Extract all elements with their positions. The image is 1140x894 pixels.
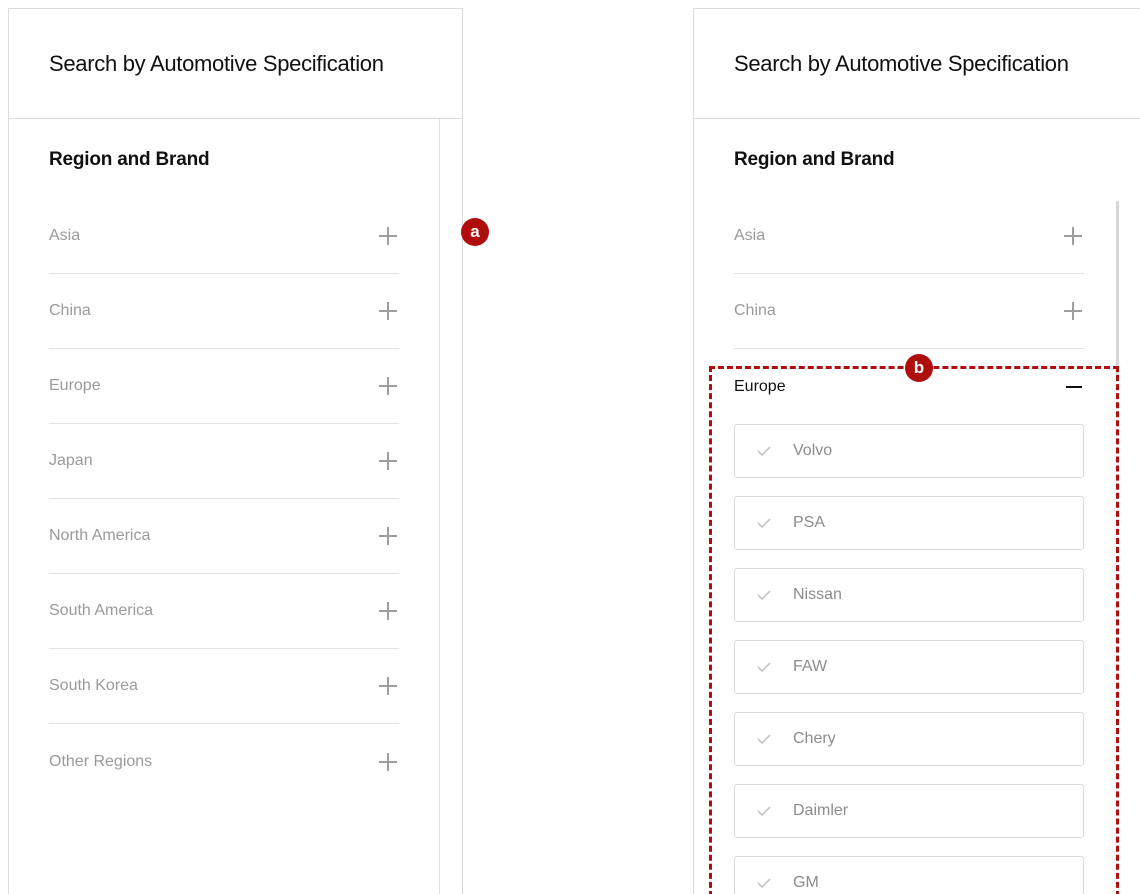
plus-icon[interactable] xyxy=(379,527,397,545)
panel-header: Search by Automotive Specification xyxy=(694,9,1140,119)
check-icon xyxy=(757,590,771,601)
section-title: Region and Brand xyxy=(49,149,210,170)
brand-option-nissan[interactable]: Nissan xyxy=(734,568,1084,622)
region-item-china[interactable]: China xyxy=(49,274,399,349)
plus-icon[interactable] xyxy=(1064,227,1082,245)
region-label: Asia xyxy=(49,227,81,244)
plus-icon[interactable] xyxy=(379,602,397,620)
brand-option-gm[interactable]: GM xyxy=(734,856,1084,894)
region-label: Japan xyxy=(49,452,93,469)
region-item-south-korea[interactable]: South Korea xyxy=(49,649,399,724)
brand-label: Nissan xyxy=(793,586,842,603)
region-label: South Korea xyxy=(49,677,138,694)
brand-option-faw[interactable]: FAW xyxy=(734,640,1084,694)
search-panel-collapsed: Search by Automotive Specification Regio… xyxy=(8,8,463,894)
brand-option-volvo[interactable]: Volvo xyxy=(734,424,1084,478)
check-icon xyxy=(757,518,771,529)
region-item-south-america[interactable]: South America xyxy=(49,574,399,649)
region-list: Asia China Europe Volvo PSA Nissan FAW C… xyxy=(734,199,1084,894)
brand-label: GM xyxy=(793,874,819,891)
region-label: Other Regions xyxy=(49,752,153,770)
check-icon xyxy=(757,662,771,673)
annotation-marker-b: b xyxy=(905,354,933,382)
brand-label: Daimler xyxy=(793,802,849,819)
region-list: Asia China Europe Japan North America So… xyxy=(49,199,399,799)
brand-option-chery[interactable]: Chery xyxy=(734,712,1084,766)
panel-body: Region and Brand Asia China Europe Volvo xyxy=(694,119,1140,894)
region-item-china[interactable]: China xyxy=(734,274,1084,349)
minus-icon[interactable] xyxy=(1066,385,1082,388)
region-item-other-regions[interactable]: Other Regions xyxy=(49,724,399,799)
plus-icon[interactable] xyxy=(379,752,397,771)
panel-header: Search by Automotive Specification xyxy=(9,9,462,119)
brand-list-container: Volvo PSA Nissan FAW Chery Daimler GM xyxy=(734,424,1084,894)
region-label: North America xyxy=(49,527,151,544)
panel-body: Region and Brand Asia China Europe Japan… xyxy=(9,119,462,894)
plus-icon[interactable] xyxy=(379,227,397,245)
region-label: China xyxy=(49,302,91,319)
annotation-marker-a: a xyxy=(461,218,489,246)
brand-option-psa[interactable]: PSA xyxy=(734,496,1084,550)
plus-icon[interactable] xyxy=(379,677,397,695)
region-label: China xyxy=(734,302,776,319)
check-icon xyxy=(757,446,771,457)
region-item-north-america[interactable]: North America xyxy=(49,499,399,574)
region-label: Europe xyxy=(49,377,101,394)
region-item-japan[interactable]: Japan xyxy=(49,424,399,499)
plus-icon[interactable] xyxy=(1064,302,1082,320)
scrollbar[interactable] xyxy=(1116,201,1119,376)
search-panel-expanded: Search by Automotive Specification Regio… xyxy=(693,8,1140,894)
check-icon xyxy=(757,734,771,745)
divider xyxy=(439,119,440,894)
region-item-asia[interactable]: Asia xyxy=(49,199,399,274)
check-icon xyxy=(757,878,771,889)
check-icon xyxy=(757,806,771,817)
brand-label: Chery xyxy=(793,730,836,747)
panel-title: Search by Automotive Specification xyxy=(734,50,1069,76)
brand-option-daimler[interactable]: Daimler xyxy=(734,784,1084,838)
brand-label: FAW xyxy=(793,658,828,675)
plus-icon[interactable] xyxy=(379,377,397,395)
region-label: South America xyxy=(49,602,154,619)
region-item-asia[interactable]: Asia xyxy=(734,199,1084,274)
region-label: Asia xyxy=(734,227,766,244)
panel-title: Search by Automotive Specification xyxy=(49,50,384,76)
region-item-europe[interactable]: Europe xyxy=(49,349,399,424)
plus-icon[interactable] xyxy=(379,452,397,470)
section-title: Region and Brand xyxy=(734,149,895,170)
region-label: Europe xyxy=(734,377,786,395)
brand-label: Volvo xyxy=(793,442,833,459)
plus-icon[interactable] xyxy=(379,302,397,320)
brand-list: Volvo PSA Nissan FAW Chery Daimler GM xyxy=(734,424,1084,894)
brand-label: PSA xyxy=(793,514,826,531)
